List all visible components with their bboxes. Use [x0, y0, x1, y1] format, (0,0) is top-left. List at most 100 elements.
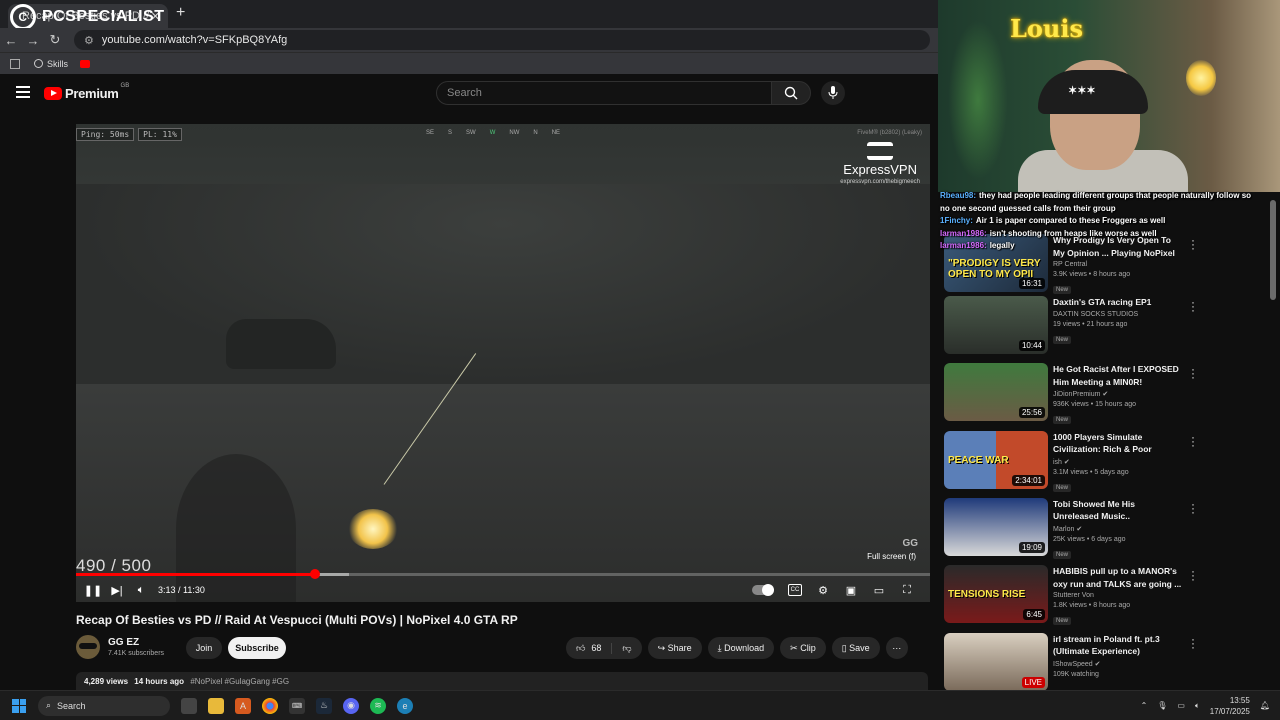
new-tab-icon[interactable]: +: [176, 4, 185, 22]
autoplay-toggle[interactable]: [752, 584, 774, 596]
voice-search-button[interactable]: [821, 81, 845, 105]
system-tray: ⌃ 🎙︎ ▭ 🔈︎ 13:55 17/07/2025 🔔︎: [1141, 695, 1280, 717]
chevron-up-icon[interactable]: ⌃: [1141, 701, 1148, 710]
video-thumbnail[interactable]: TENSIONS RISE 6:45: [944, 565, 1048, 624]
recommended-video[interactable]: 10:44 Daxtin's GTA racing EP1 DAXTIN SOCKS…: [944, 296, 1274, 358]
next-icon[interactable]: ▶|: [110, 584, 124, 597]
volume-icon[interactable]: 🔈︎: [134, 584, 148, 596]
save-button[interactable]: ▯ Save: [831, 637, 880, 659]
recommended-video[interactable]: 25:56 He Got Racist After I EXPOSED Him M…: [944, 363, 1274, 425]
reload-icon[interactable]: ↻: [44, 32, 66, 48]
recommended-channel[interactable]: RP Central: [1053, 261, 1183, 268]
video-player[interactable]: Ping: 50ms PL: 11% SE S SW W NW N NE FiveM® (b…: [76, 124, 930, 602]
recommended-channel[interactable]: JiDionPremium ✔︎: [1053, 390, 1183, 398]
bookmark-skills[interactable]: Skills: [34, 59, 68, 69]
more-vertical-icon[interactable]: · · ·: [1191, 431, 1195, 451]
theater-mode-icon[interactable]: ▭: [872, 584, 886, 597]
pcspecialist-mark-icon: C: [10, 4, 36, 30]
recommended-title[interactable]: Daxtin's GTA racing EP1: [1053, 296, 1183, 309]
recommended-video[interactable]: TENSIONS RISE 6:45 HABIBIS pull up to a MA…: [944, 565, 1274, 627]
recommended-video[interactable]: PEACE WAR 2:34:01 1000 Players Simulate Ci…: [944, 430, 1274, 493]
edge-icon[interactable]: e: [397, 697, 413, 714]
microphone-icon: [828, 86, 838, 99]
channel-avatar[interactable]: [76, 635, 100, 659]
recommended-channel[interactable]: Marlon ✔︎: [1053, 525, 1183, 533]
back-icon[interactable]: ←: [0, 33, 22, 48]
terminal-icon[interactable]: ⌨: [289, 697, 305, 714]
chrome-icon[interactable]: [262, 697, 278, 714]
channel-name[interactable]: GG EZ: [108, 637, 164, 648]
progress-bar[interactable]: [76, 569, 930, 579]
site-info-icon[interactable]: ⚙: [84, 34, 94, 47]
menu-icon[interactable]: [16, 86, 30, 101]
more-vertical-icon[interactable]: · · ·: [1191, 498, 1195, 518]
chat-message: larman1986: legally: [940, 240, 1258, 253]
file-explorer-icon[interactable]: [208, 697, 224, 714]
video-thumbnail[interactable]: 19:09: [944, 497, 1048, 556]
chat-text: legally: [989, 241, 1015, 250]
share-button[interactable]: ↪ Share: [647, 637, 702, 659]
pause-icon[interactable]: ❚❚: [84, 584, 102, 597]
search-input[interactable]: Search: [436, 81, 772, 105]
hud-packet-loss: PL: 11%: [138, 128, 182, 141]
recommended-title[interactable]: 1000 Players Simulate Civilization: Rich…: [1053, 431, 1183, 456]
recommended-title[interactable]: He Got Racist After I EXPOSED Him Meetin…: [1053, 363, 1183, 388]
forward-icon[interactable]: →: [22, 33, 44, 48]
channel-label: IShowSpeed: [1053, 660, 1093, 668]
more-actions-button[interactable]: ⋯: [885, 637, 908, 659]
windows-start-icon[interactable]: [12, 698, 26, 713]
recommended-title[interactable]: Tobi Showed Me His Unreleased Music..: [1053, 498, 1183, 523]
channel-watermark[interactable]: GG: [902, 538, 918, 549]
more-vertical-icon[interactable]: · · ·: [1191, 363, 1195, 383]
captions-icon[interactable]: CC: [788, 584, 802, 596]
search-button[interactable]: [771, 81, 811, 105]
hashtags[interactable]: #NoPixel #GulagGang #GG: [190, 677, 289, 686]
more-vertical-icon[interactable]: · · ·: [1191, 565, 1195, 585]
youtube-bookmark-icon[interactable]: [80, 59, 91, 68]
scrollbar[interactable]: [1270, 200, 1276, 300]
recommended-video[interactable]: LIVE irl stream in Poland ft. pt.3 (Ultim…: [944, 632, 1274, 695]
clock-time: 13:55: [1229, 695, 1250, 705]
settings-gear-icon[interactable]: ⚙: [816, 584, 830, 597]
recommended-video[interactable]: 19:09 Tobi Showed Me His Unreleased Music…: [944, 497, 1274, 560]
taskbar-search[interactable]: ⌕ Search: [38, 695, 170, 716]
task-view-icon[interactable]: [181, 697, 197, 714]
video-thumbnail[interactable]: 25:56: [944, 363, 1048, 422]
new-badge: New: [1053, 286, 1072, 294]
recommended-title[interactable]: irl stream in Poland ft. pt.3 (Ultimate …: [1053, 633, 1183, 658]
autodesk-icon[interactable]: A: [235, 697, 251, 714]
more-vertical-icon[interactable]: · · ·: [1191, 296, 1195, 316]
dislike-button[interactable]: 👎︎: [612, 643, 641, 654]
notification-bell-icon[interactable]: 🔔︎: [1260, 701, 1270, 710]
microphone-tray-icon[interactable]: 🎙︎: [1157, 701, 1167, 710]
more-vertical-icon[interactable]: · · ·: [1191, 633, 1195, 653]
url-field[interactable]: ⚙ youtube.com/watch?v=SFKpBQ8YAfg: [74, 30, 930, 50]
search-icon: ⌕: [46, 700, 52, 710]
speaker-icon[interactable]: 🔈︎: [1195, 701, 1200, 711]
recommended-channel[interactable]: DAXTIN SOCKS STUDIOS: [1053, 311, 1183, 318]
fullscreen-icon[interactable]: ⛶: [900, 584, 914, 596]
compass-heading: N: [533, 130, 538, 136]
clock[interactable]: 13:55 17/07/2025: [1210, 695, 1250, 717]
download-button[interactable]: ⤓ Download: [707, 637, 775, 659]
steam-icon[interactable]: ♨: [316, 697, 332, 714]
video-scene-background: [76, 184, 930, 384]
description-box[interactable]: 4,289 views 14 hours ago #NoPixel #Gulag…: [76, 672, 928, 690]
video-thumbnail[interactable]: PEACE WAR 2:34:01: [944, 430, 1048, 489]
clip-button[interactable]: ✂ Clip: [780, 637, 826, 659]
recommended-title[interactable]: HABIBIS pull up to a MANOR's oxy run and…: [1053, 565, 1183, 590]
apps-grid-icon[interactable]: [10, 58, 20, 69]
spotify-icon[interactable]: ≋: [370, 697, 386, 714]
recommended-channel[interactable]: ish ✔︎: [1053, 458, 1183, 466]
like-button[interactable]: 👍︎ 68: [566, 642, 613, 654]
discord-icon[interactable]: ◉: [343, 697, 359, 714]
network-icon[interactable]: ▭: [1177, 701, 1185, 710]
video-thumbnail[interactable]: LIVE: [944, 632, 1048, 691]
youtube-premium-logo[interactable]: Premium GB: [44, 83, 129, 101]
subscribe-button[interactable]: Subscribe: [228, 637, 286, 659]
join-button[interactable]: Join: [186, 637, 222, 659]
miniplayer-icon[interactable]: ▣: [844, 584, 858, 597]
video-thumbnail[interactable]: 10:44: [944, 296, 1048, 354]
recommended-channel[interactable]: IShowSpeed ✔︎: [1053, 660, 1183, 668]
recommended-channel[interactable]: Stutterer Von: [1053, 592, 1183, 599]
